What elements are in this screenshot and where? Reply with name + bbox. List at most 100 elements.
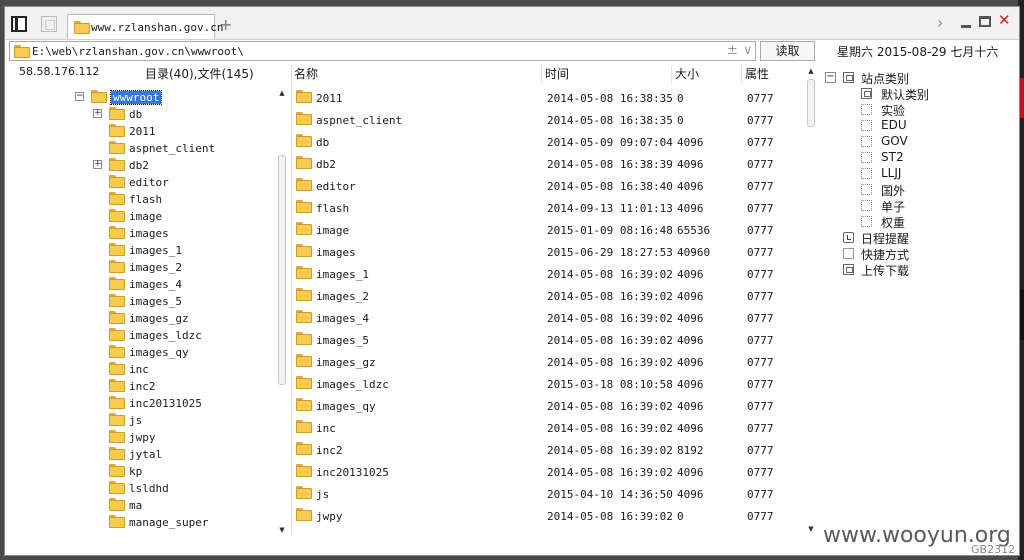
expand-icon[interactable]: + [93, 160, 102, 169]
tree-item-label: images_qy [129, 346, 189, 359]
file-row[interactable]: editor 2014-05-08 16:38:40 4096 0777 [292, 175, 807, 197]
tree-item[interactable]: images_gz [9, 310, 277, 327]
file-row[interactable]: 2011 2014-05-08 16:38:35 0 0777 [292, 87, 807, 109]
close-button[interactable]: ✕ [998, 11, 1011, 29]
file-row[interactable]: inc20131025 2014-05-08 16:39:02 4096 0777 [292, 461, 807, 483]
file-row[interactable]: db 2014-05-09 09:07:04 4096 0777 [292, 131, 807, 153]
scroll-up-icon[interactable]: ▲ [277, 89, 287, 97]
folder-tree[interactable]: − wwwroot + db 2011 aspnet_client + db2 editor fl… [9, 85, 288, 535]
category-item[interactable]: 默认类别 [819, 86, 1015, 102]
file-row[interactable]: images_ldzc 2015-03-18 08:10:58 4096 0777 [292, 373, 807, 395]
tree-item[interactable]: images_1 [9, 242, 277, 259]
column-attr[interactable]: 属性 [745, 65, 769, 85]
tree-item[interactable]: images_qy [9, 344, 277, 361]
tree-item[interactable]: js [9, 412, 277, 429]
new-window-icon[interactable] [41, 16, 57, 32]
category-item[interactable]: 权重 [819, 214, 1015, 230]
tree-item[interactable]: ma [9, 497, 277, 514]
minimize-button[interactable] [960, 17, 972, 29]
tree-item[interactable]: images_4 [9, 276, 277, 293]
file-list[interactable]: 2011 2014-05-08 16:38:35 0 0777 aspnet_clien… [292, 87, 807, 537]
file-row[interactable]: image 2015-01-09 08:16:48 65536 0777 [292, 219, 807, 241]
tree-item[interactable]: aspnet_client [9, 140, 277, 157]
tree-item[interactable]: flash [9, 191, 277, 208]
collapse-icon[interactable]: − [75, 92, 84, 101]
scroll-thumb[interactable] [807, 79, 815, 127]
category-item[interactable]: 快捷方式 [819, 246, 1015, 262]
category-item[interactable]: GOV [819, 134, 1015, 150]
scroll-down-icon[interactable]: ▼ [277, 526, 287, 534]
file-name: images_4 [316, 312, 369, 325]
tree-item[interactable]: 2011 [9, 123, 277, 140]
file-row[interactable]: images_2 2014-05-08 16:39:02 4096 0777 [292, 285, 807, 307]
tree-item[interactable]: + db [9, 106, 277, 123]
file-time: 2014-05-08 16:39:02 [547, 290, 673, 303]
category-item[interactable]: ST2 [819, 150, 1015, 166]
tree-item[interactable]: inc [9, 361, 277, 378]
maximize-button[interactable] [979, 16, 991, 27]
column-name[interactable]: 名称 [294, 65, 318, 85]
file-size: 4096 [677, 158, 704, 171]
file-row[interactable]: inc 2014-05-08 16:39:02 4096 0777 [292, 417, 807, 439]
file-row[interactable]: images_qy 2014-05-08 16:39:02 4096 0777 [292, 395, 807, 417]
bookmark-toggle-icon[interactable]: ± [727, 43, 738, 58]
tree-item[interactable]: jytal [9, 446, 277, 463]
expand-icon[interactable]: + [93, 109, 102, 118]
folder-icon [296, 354, 312, 370]
category-item[interactable]: − 站点类别 [819, 70, 1015, 86]
file-row[interactable]: images_gz 2014-05-08 16:39:02 4096 0777 [292, 351, 807, 373]
file-row[interactable]: images_4 2014-05-08 16:39:02 4096 0777 [292, 307, 807, 329]
category-item[interactable]: 国外 [819, 182, 1015, 198]
file-attr: 0777 [747, 92, 774, 105]
tree-item[interactable]: kp [9, 463, 277, 480]
tree-item[interactable]: image [9, 208, 277, 225]
column-time[interactable]: 时间 [545, 65, 569, 85]
column-size[interactable]: 大小 [675, 65, 699, 85]
file-row[interactable]: flash 2014-09-13 11:01:13 4096 0777 [292, 197, 807, 219]
file-row[interactable]: images_1 2014-05-08 16:39:02 4096 0777 [292, 263, 807, 285]
add-tab-button[interactable]: + [219, 15, 232, 34]
scroll-down-icon[interactable]: ▼ [806, 525, 816, 533]
category-icon [861, 200, 872, 211]
file-row[interactable]: inc2 2014-05-08 16:39:02 8192 0777 [292, 439, 807, 461]
file-row[interactable]: aspnet_client 2014-05-08 16:38:35 0 0777 [292, 109, 807, 131]
category-item[interactable]: EDU [819, 118, 1015, 134]
scroll-thumb[interactable] [278, 155, 286, 385]
address-bar[interactable]: E:\web\rzlanshan.gov.cn\wwwroot\ ± ∨ [9, 41, 756, 61]
history-dropdown-icon[interactable]: ∨ [743, 43, 753, 58]
tree-item[interactable]: images_5 [9, 293, 277, 310]
file-row[interactable]: db2 2014-05-08 16:38:39 4096 0777 [292, 153, 807, 175]
tree-item[interactable]: inc2 [9, 378, 277, 395]
category-item[interactable]: 日程提醒 [819, 230, 1015, 246]
tree-item[interactable]: + db2 [9, 157, 277, 174]
address-path[interactable]: E:\web\rzlanshan.gov.cn\wwwroot\ [32, 45, 244, 58]
panel-toggle-icon[interactable] [11, 16, 27, 32]
read-button[interactable]: 读取 [760, 41, 815, 61]
tree-item[interactable]: inc20131025 [9, 395, 277, 412]
file-row[interactable]: images 2015-06-29 18:27:53 40960 0777 [292, 241, 807, 263]
tree-scrollbar[interactable]: ▲ ▼ [277, 89, 287, 535]
tree-item[interactable]: images_ldzc [9, 327, 277, 344]
tab-site[interactable]: www.rzlanshan.gov.cn [67, 14, 223, 39]
tree-item[interactable]: − wwwroot [9, 89, 277, 106]
tree-item[interactable]: editor [9, 174, 277, 191]
file-row[interactable]: jwpy 2014-05-08 16:39:02 0 0777 [292, 505, 807, 527]
tree-item[interactable]: manage_super [9, 514, 277, 531]
category-item[interactable]: 单子 [819, 198, 1015, 214]
category-item[interactable]: LLJJ [819, 166, 1015, 182]
file-row[interactable]: images_5 2014-05-08 16:39:02 4096 0777 [292, 329, 807, 351]
tree-item[interactable]: images [9, 225, 277, 242]
category-item[interactable]: 实验 [819, 102, 1015, 118]
list-scrollbar[interactable]: ▲ ▼ [806, 65, 816, 535]
file-row[interactable]: js 2015-04-10 14:36:50 4096 0777 [292, 483, 807, 505]
tree-item[interactable]: jwpy [9, 429, 277, 446]
file-size: 0 [677, 92, 684, 105]
folder-icon [109, 260, 125, 276]
scroll-up-icon[interactable]: ▲ [806, 67, 816, 75]
site-category-tree[interactable]: − 站点类别 默认类别 实验 EDU GOV ST2 LLJJ 国外 单子 权重 日程提醒 快捷方式 上传… [819, 65, 1019, 535]
category-item[interactable]: 上传下载 [819, 262, 1015, 278]
folder-icon [109, 141, 125, 157]
tree-item[interactable]: lsldhd [9, 480, 277, 497]
tree-item[interactable]: images_2 [9, 259, 277, 276]
chevron-right-icon[interactable]: › [937, 13, 943, 32]
